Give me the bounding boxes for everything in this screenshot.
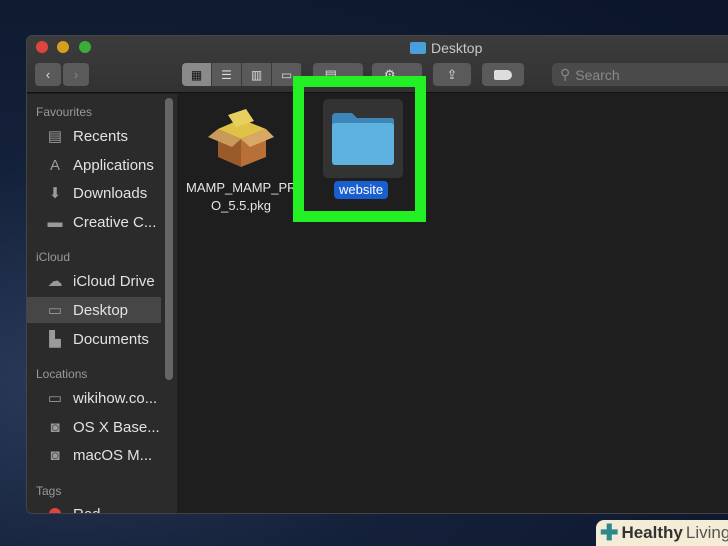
label: wikihow.co... — [73, 389, 158, 407]
column-view-button[interactable]: ▥ — [242, 63, 272, 86]
section-locations: Locations — [36, 367, 88, 381]
list-view-button[interactable]: ☰ — [212, 63, 242, 86]
label: Red — [73, 505, 101, 514]
sidebar-item-icloud-drive[interactable]: ☁ iCloud Drive — [27, 268, 161, 294]
sidebar-item-recents[interactable]: ▤ Recents — [27, 123, 161, 149]
icon-view-button[interactable]: ▦ — [182, 63, 212, 86]
sidebar: Favourites ▤ Recents A Applications ⬇ Downl… — [27, 94, 177, 513]
sidebar-scrollbar[interactable] — [165, 98, 173, 380]
sidebar-item-applications[interactable]: A Applications — [27, 152, 161, 178]
disk-icon: ◙ — [50, 446, 60, 464]
highlight-box — [293, 76, 426, 222]
red-tag-icon — [45, 505, 65, 513]
tag-button[interactable] — [482, 63, 524, 86]
label: Creative C... — [73, 213, 157, 231]
label: Desktop — [73, 301, 129, 319]
documents-icon: ▙ — [49, 331, 61, 348]
cross-icon: ✚ — [600, 520, 619, 545]
sidebar-item-osx-base[interactable]: ◙ OS X Base... — [27, 414, 161, 440]
desktop-icon: ▭ — [47, 302, 63, 319]
file-name-line2: O_5.5.pkg — [211, 198, 271, 213]
sidebar-item-macos[interactable]: ◙ macOS M... — [27, 442, 161, 468]
window-title: Desktop — [410, 40, 482, 56]
window-title-text: Desktop — [431, 40, 483, 56]
minimize-button[interactable] — [57, 41, 69, 53]
sidebar-item-tag-red[interactable]: Red — [27, 501, 161, 514]
sidebar-item-downloads[interactable]: ⬇ Downloads — [27, 180, 161, 206]
sidebar-item-desktop[interactable]: ▭ Desktop — [27, 297, 161, 323]
watermark-logo: ✚ Healthy Living — [596, 520, 728, 546]
forward-button[interactable]: › — [63, 63, 89, 86]
cloud-icon: ☁ — [47, 273, 63, 290]
label: OS X Base... — [73, 418, 160, 436]
back-button[interactable]: ‹ — [35, 63, 61, 86]
computer-icon: ▭ — [47, 390, 63, 407]
search-icon: ⚲ — [560, 66, 571, 82]
share-icon: ⇪ — [446, 66, 458, 82]
watermark-text: Living — [685, 523, 728, 542]
applications-icon: A — [49, 156, 60, 174]
folder-icon: ▬ — [47, 213, 63, 231]
section-icloud: iCloud — [36, 250, 71, 264]
package-icon — [208, 109, 274, 167]
view-mode-control: ▦ ☰ ▥ ▭ — [182, 63, 302, 86]
label: Downloads — [73, 184, 148, 202]
sidebar-item-documents[interactable]: ▙ Documents — [27, 326, 161, 352]
sidebar-item-wikihow[interactable]: ▭ wikihow.co... — [27, 385, 161, 411]
zoom-button[interactable] — [79, 41, 91, 53]
label: macOS M... — [73, 446, 153, 464]
label: Applications — [73, 156, 154, 174]
share-button[interactable]: ⇪ — [433, 63, 471, 86]
label: Documents — [73, 330, 149, 348]
section-favourites: Favourites — [36, 105, 93, 119]
sidebar-item-creative-cloud[interactable]: ▬ Creative C... — [27, 209, 161, 235]
folder-icon — [410, 42, 426, 54]
file-mamp-pkg[interactable]: MAMP_MAMP_PR O_5.5.pkg — [186, 105, 297, 215]
close-button[interactable] — [36, 41, 48, 53]
downloads-icon: ⬇ — [48, 185, 62, 202]
disk-icon: ◙ — [50, 418, 60, 436]
recents-icon: ▤ — [47, 128, 63, 145]
search-placeholder: Search — [575, 66, 620, 83]
label: iCloud Drive — [73, 272, 155, 290]
file-name: MAMP_MAMP_PR — [186, 180, 297, 195]
watermark-bold: Healthy — [621, 523, 683, 542]
section-tags: Tags — [36, 484, 62, 498]
tag-icon — [494, 69, 512, 80]
search-field[interactable]: ⚲ Search — [552, 63, 728, 86]
label: Recents — [73, 127, 129, 145]
